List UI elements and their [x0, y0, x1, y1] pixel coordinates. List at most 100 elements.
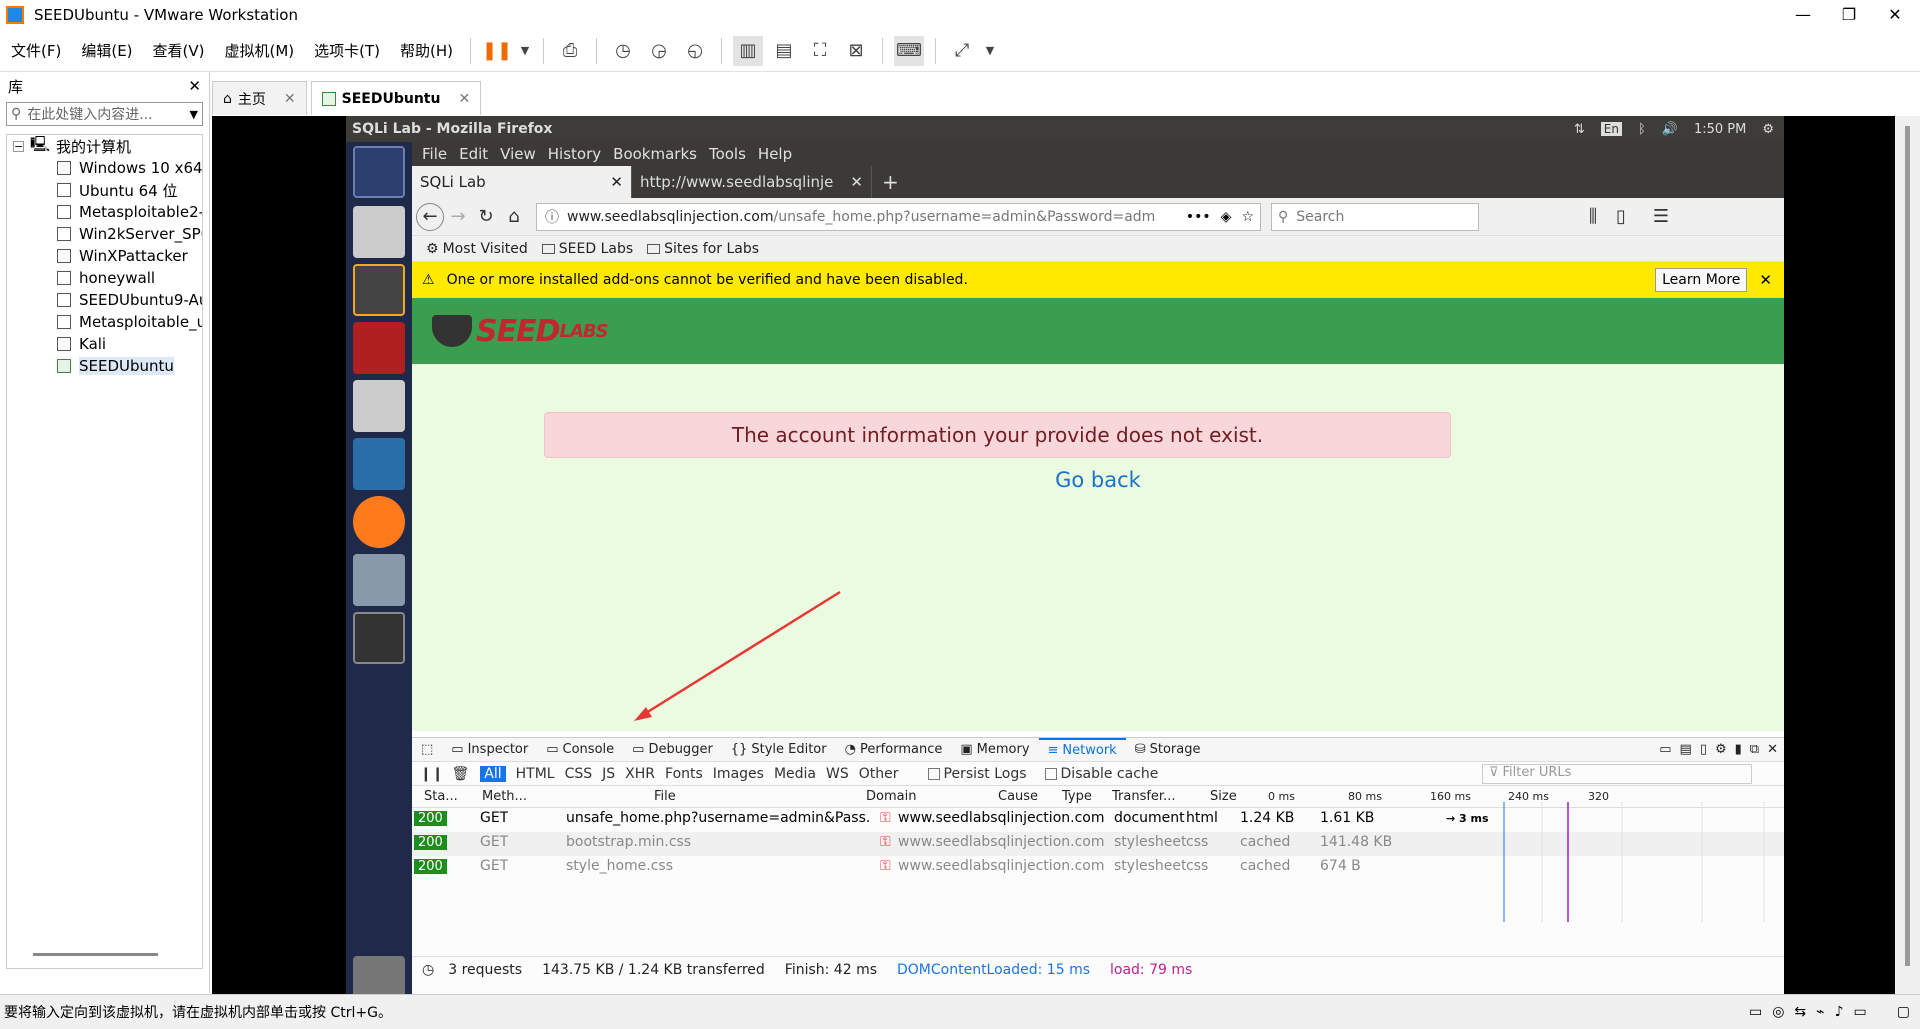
- home-icon[interactable]: ⌂: [500, 203, 528, 231]
- filter-ws[interactable]: WS: [826, 766, 849, 782]
- close-library-icon[interactable]: ✕: [188, 77, 201, 95]
- pause-icon[interactable]: ❙❙: [420, 766, 443, 782]
- usb-icon[interactable]: ⌁: [1816, 1004, 1824, 1020]
- vertical-scrollbar[interactable]: [1895, 116, 1920, 994]
- send-ctrl-alt-del-icon[interactable]: ⎙: [555, 36, 585, 66]
- pause-icon[interactable]: ❚❚: [482, 36, 512, 66]
- filter-xhr[interactable]: XHR: [625, 766, 655, 782]
- dropdown-arrow-icon[interactable]: ▼: [983, 36, 997, 66]
- sublime-icon[interactable]: [353, 264, 405, 316]
- bookmark-star-icon[interactable]: ☆: [1241, 209, 1254, 225]
- info-icon[interactable]: ⓘ: [545, 207, 559, 227]
- menu-help[interactable]: 帮助(H): [391, 40, 462, 61]
- minimize-button[interactable]: —: [1780, 0, 1826, 30]
- ff-menu-help[interactable]: Help: [758, 145, 792, 163]
- system-settings-icon[interactable]: [353, 554, 405, 606]
- show-library-icon[interactable]: ▥: [733, 35, 764, 66]
- close-window-button[interactable]: ✕: [1872, 0, 1918, 30]
- stretch-icon[interactable]: ⤢: [947, 36, 977, 66]
- close-tab-icon[interactable]: ✕: [850, 173, 863, 191]
- dock-side-icon[interactable]: ▮: [1735, 742, 1742, 757]
- full-screen-icon[interactable]: ⛶: [805, 36, 835, 66]
- dropdown-arrow-icon[interactable]: ▼: [518, 36, 532, 66]
- col-cause[interactable]: Cause: [998, 789, 1038, 804]
- firefox-icon[interactable]: [353, 496, 405, 548]
- bookmark-most-visited[interactable]: ⚙ Most Visited: [426, 241, 528, 257]
- go-back-link[interactable]: Go back: [412, 468, 1784, 492]
- checkbox-icon[interactable]: [1044, 767, 1057, 780]
- responsive-design-icon[interactable]: ▭: [1659, 742, 1671, 757]
- scroll-thumb[interactable]: [1905, 126, 1910, 966]
- ff-menu-history[interactable]: History: [548, 145, 601, 163]
- tree-item-vm[interactable]: Metasploitable_u: [7, 311, 202, 333]
- ff-tab-url[interactable]: http://www.seedlabsqlinje ✕: [632, 166, 872, 198]
- col-status[interactable]: Sta...: [424, 789, 458, 804]
- filter-html[interactable]: HTML: [516, 766, 555, 782]
- cd-icon[interactable]: ◎: [1772, 1004, 1784, 1020]
- library-search-input[interactable]: ⚲ 在此处键入内容进... ▼: [6, 102, 203, 126]
- snapshot-icon[interactable]: ◷: [608, 36, 638, 66]
- devtools-tab-memory[interactable]: ▣ Memory: [951, 738, 1038, 762]
- hdd-icon[interactable]: ▭: [1749, 1004, 1762, 1020]
- ff-tab-sqli-lab[interactable]: SQLi Lab ✕: [412, 166, 632, 198]
- library-icon[interactable]: ⫼: [1579, 203, 1607, 231]
- tab-seedubuntu[interactable]: SEEDUbuntu ✕: [310, 81, 482, 115]
- filter-all[interactable]: All: [480, 765, 506, 782]
- devtools-tab-debugger[interactable]: ▭ Debugger: [623, 738, 722, 762]
- devtools-tab-network[interactable]: ≡ Network: [1038, 737, 1126, 762]
- clock[interactable]: 1:50 PM: [1694, 122, 1746, 137]
- col-method[interactable]: Meth...: [482, 789, 527, 804]
- file-manager-icon[interactable]: [353, 380, 405, 432]
- col-file[interactable]: File: [654, 789, 676, 804]
- bluetooth-icon[interactable]: ᛒ: [1638, 122, 1646, 137]
- trash-icon[interactable]: 🗑: [451, 766, 469, 782]
- restore-button[interactable]: ❐: [1826, 0, 1872, 30]
- tree-item-vm-selected[interactable]: SEEDUbuntu: [7, 355, 202, 377]
- devtools-tab-storage[interactable]: ⛁ Storage: [1126, 738, 1210, 762]
- filter-images[interactable]: Images: [713, 766, 764, 782]
- settings-gear-icon[interactable]: ⚙: [1715, 742, 1727, 757]
- chevron-down-icon[interactable]: ▼: [190, 108, 198, 121]
- display-icon[interactable]: ▭: [1854, 1004, 1867, 1020]
- tree-item-vm[interactable]: Ubuntu 64 位: [7, 179, 202, 201]
- ff-menu-file[interactable]: File: [422, 145, 447, 163]
- search-input[interactable]: ⚲ Search: [1271, 202, 1479, 231]
- text-editor-icon[interactable]: [353, 206, 405, 258]
- pick-element-icon[interactable]: ⬚: [412, 738, 442, 762]
- tree-item-vm[interactable]: honeywall: [7, 267, 202, 289]
- close-tab-icon[interactable]: ✕: [458, 91, 470, 107]
- devtools-tab-style-editor[interactable]: {} Style Editor: [722, 738, 836, 762]
- ff-menu-view[interactable]: View: [500, 145, 536, 163]
- back-icon[interactable]: ←: [416, 202, 444, 231]
- col-domain[interactable]: Domain: [866, 789, 916, 804]
- tree-item-vm[interactable]: Win2kServer_SP0: [7, 223, 202, 245]
- ff-menu-bookmarks[interactable]: Bookmarks: [613, 145, 697, 163]
- ff-menu-edit[interactable]: Edit: [459, 145, 488, 163]
- menu-file[interactable]: 文件(F): [2, 40, 70, 61]
- col-type[interactable]: Type: [1062, 789, 1092, 804]
- horizontal-scrollbar[interactable]: [33, 953, 158, 956]
- wireshark-icon[interactable]: [353, 438, 405, 490]
- keyboard-language[interactable]: En: [1600, 122, 1622, 136]
- close-devtools-icon[interactable]: ✕: [1767, 742, 1778, 757]
- tree-item-vm[interactable]: SEEDUbuntu9-Au: [7, 289, 202, 311]
- new-tab-icon[interactable]: +: [882, 170, 899, 194]
- tree-root[interactable]: − 🖳 我的计算机: [7, 135, 202, 157]
- devtools-tab-inspector[interactable]: ▭ Inspector: [442, 738, 537, 762]
- filter-media[interactable]: Media: [774, 766, 816, 782]
- collapse-icon[interactable]: −: [13, 140, 24, 152]
- sound-icon[interactable]: ♪: [1835, 1004, 1844, 1020]
- network-icon[interactable]: ⇅: [1574, 122, 1585, 137]
- menu-vm[interactable]: 虚拟机(M): [216, 40, 304, 61]
- unity-icon[interactable]: ⊠: [841, 36, 871, 66]
- filter-css[interactable]: CSS: [565, 766, 593, 782]
- sidebar-icon[interactable]: ▯: [1607, 203, 1635, 231]
- forward-icon[interactable]: →: [444, 203, 472, 231]
- menu-tabs[interactable]: 选项卡(T): [305, 40, 389, 61]
- devtools-tab-console[interactable]: ▭ Console: [537, 738, 623, 762]
- tab-home[interactable]: ⌂ 主页 ✕: [212, 81, 307, 115]
- menu-view[interactable]: 查看(V): [144, 40, 214, 61]
- checkbox-icon[interactable]: [927, 767, 940, 780]
- pocket-icon[interactable]: ◈: [1221, 209, 1232, 225]
- col-transferred[interactable]: Transfer...: [1112, 789, 1175, 804]
